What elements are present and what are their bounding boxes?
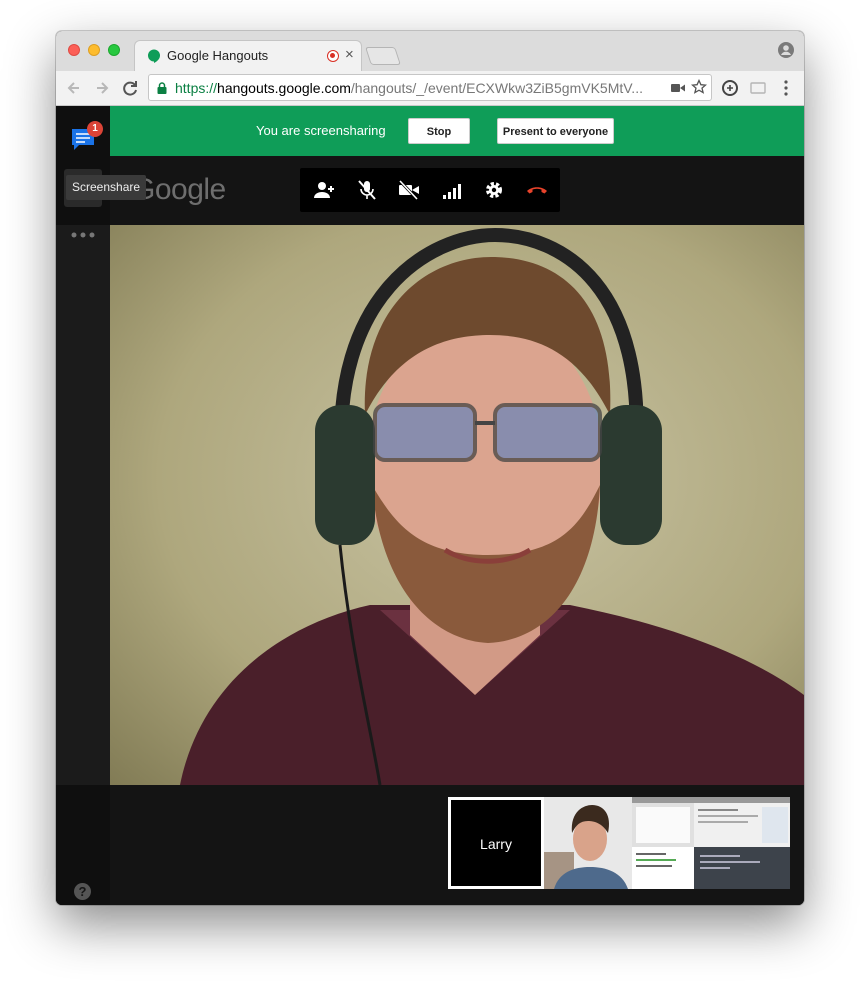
browser-toolbar: https://hangouts.google.com/hangouts/_/e… (56, 71, 804, 106)
browser-window: Google Hangouts × https://hangouts.googl… (56, 31, 804, 905)
forward-icon[interactable] (91, 77, 113, 99)
lock-icon (157, 82, 167, 94)
participant-thumb-video[interactable] (544, 797, 632, 889)
bookmark-star-icon[interactable] (691, 79, 707, 95)
browser-tab[interactable]: Google Hangouts × (134, 40, 362, 71)
sidebar-middle-panel (56, 225, 110, 785)
recording-indicator-icon (327, 50, 339, 62)
extension-sync-icon[interactable] (720, 78, 740, 98)
hangouts-favicon-icon (148, 49, 160, 63)
tab-strip: Google Hangouts × (56, 31, 804, 71)
screenshare-preview-thumb[interactable] (632, 797, 790, 889)
signal-bars-icon[interactable] (441, 180, 463, 200)
browser-menu-icon[interactable] (776, 78, 796, 98)
left-sidebar: 1 Screenshare ? (56, 106, 147, 905)
present-to-everyone-button[interactable]: Present to everyone (497, 118, 614, 144)
tab-title: Google Hangouts (167, 48, 269, 63)
google-logo: Google (132, 173, 226, 206)
settings-icon[interactable] (483, 180, 505, 200)
hangouts-app: 1 Screenshare ? You are screensharing St… (56, 106, 804, 905)
mic-muted-icon[interactable] (356, 180, 378, 200)
participant-video-icon (544, 797, 632, 889)
url-host: hangouts.google.com (217, 80, 351, 96)
url-scheme: https:// (175, 80, 218, 96)
stop-button[interactable]: Stop (408, 118, 470, 144)
window-close-button[interactable] (68, 44, 80, 56)
participant-name: Larry (480, 836, 512, 852)
window-maximize-button[interactable] (108, 44, 120, 56)
tab-close-icon[interactable]: × (345, 46, 354, 63)
main-video-feed (110, 225, 804, 785)
help-icon[interactable]: ? (74, 883, 91, 900)
new-tab-button[interactable] (365, 47, 401, 65)
profile-icon[interactable] (778, 42, 794, 58)
screenshare-tooltip: Screenshare (66, 175, 147, 200)
reload-icon[interactable] (119, 77, 141, 99)
window-minimize-button[interactable] (88, 44, 100, 56)
address-bar[interactable]: https://hangouts.google.com/hangouts/_/e… (148, 74, 712, 101)
camera-in-use-icon[interactable] (671, 83, 685, 93)
camera-off-icon[interactable] (398, 180, 420, 200)
add-person-icon[interactable] (313, 180, 335, 200)
screenshare-preview-icon (632, 797, 790, 889)
more-apps-icon[interactable] (70, 232, 96, 238)
participant-video-icon (110, 225, 804, 785)
participant-filmstrip: Larry (110, 785, 804, 905)
participant-thumb-larry[interactable]: Larry (448, 797, 544, 889)
call-controls (300, 168, 560, 212)
url-text: https://hangouts.google.com/hangouts/_/e… (175, 80, 643, 96)
hang-up-icon[interactable] (526, 180, 548, 200)
url-path: /hangouts/_/event/ECXWkw3ZiB5gmVK5MtV... (350, 80, 643, 96)
screensharing-banner: You are screensharing Stop Present to ev… (110, 106, 804, 156)
chat-badge: 1 (87, 121, 103, 137)
back-icon[interactable] (64, 77, 86, 99)
extension-cast-icon[interactable] (748, 78, 768, 98)
screensharing-status-text: You are screensharing (256, 123, 386, 138)
